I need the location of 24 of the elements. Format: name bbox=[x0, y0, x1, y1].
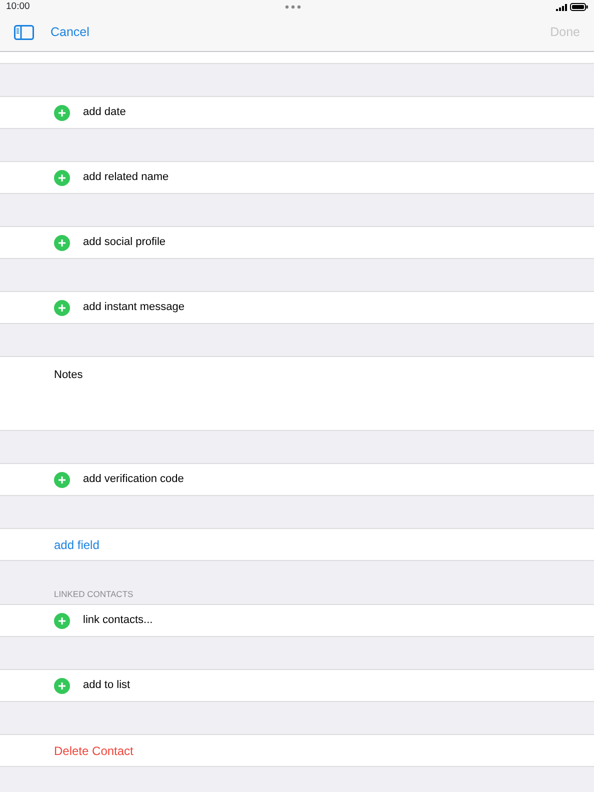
row-label[interactable]: link contacts... bbox=[83, 612, 153, 629]
cancel-button[interactable]: Cancel bbox=[50, 23, 90, 42]
add-icon[interactable] bbox=[54, 170, 70, 186]
delete-contact-button[interactable]: Delete Contact bbox=[54, 742, 134, 760]
notes-label: Notes bbox=[54, 368, 83, 383]
section-header: LINKED CONTACTS bbox=[54, 588, 134, 601]
battery-icon bbox=[570, 3, 588, 11]
row-label[interactable]: add social profile bbox=[83, 234, 166, 251]
row-label[interactable]: add to list bbox=[83, 677, 130, 694]
signal-icon bbox=[556, 4, 568, 10]
row-label[interactable]: add date bbox=[83, 104, 126, 121]
more-dots-icon bbox=[285, 5, 302, 9]
add-icon[interactable] bbox=[54, 612, 70, 628]
sidebar-icon[interactable] bbox=[14, 25, 34, 40]
row-label[interactable]: add verification code bbox=[83, 471, 184, 488]
add-icon[interactable] bbox=[54, 234, 70, 250]
status-time: 10:00 bbox=[6, 0, 30, 14]
add-icon[interactable] bbox=[54, 678, 70, 694]
add-field-button[interactable]: add field bbox=[54, 536, 100, 554]
row-label[interactable]: add instant message bbox=[83, 299, 185, 316]
add-icon[interactable] bbox=[54, 104, 70, 120]
row-label[interactable]: add related name bbox=[83, 169, 169, 186]
add-icon[interactable] bbox=[54, 300, 70, 316]
add-icon[interactable] bbox=[54, 472, 70, 488]
